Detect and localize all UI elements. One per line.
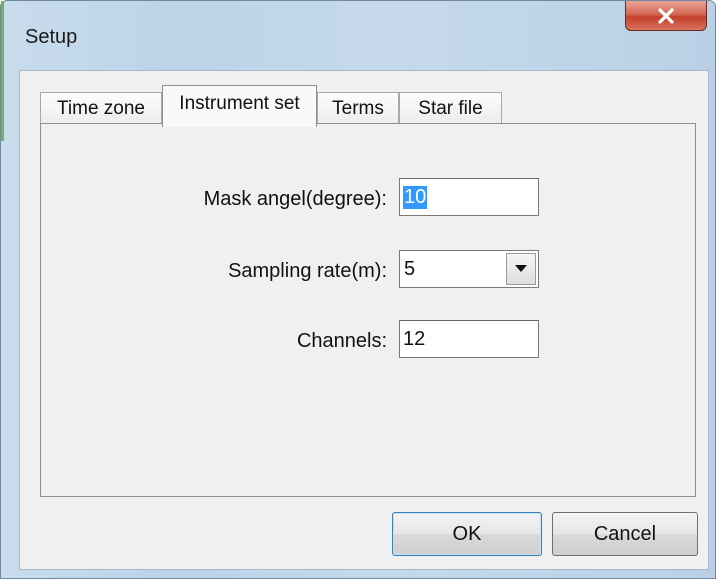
- channels-value: 12: [403, 327, 426, 350]
- setup-dialog: Setup Time zone Instrument set Terms Sta…: [0, 0, 716, 579]
- tab-star-file[interactable]: Star file: [399, 92, 502, 124]
- close-button[interactable]: [625, 1, 707, 31]
- window-title: Setup: [25, 26, 78, 48]
- sampling-rate-select[interactable]: 5: [399, 250, 539, 288]
- sampling-rate-dropdown-button[interactable]: [506, 253, 536, 285]
- close-x-icon: [657, 7, 675, 24]
- ok-button-label: OK: [452, 522, 482, 545]
- mask-angle-input[interactable]: 10: [399, 178, 539, 216]
- tab-terms[interactable]: Terms: [317, 92, 399, 124]
- tab-time-zone[interactable]: Time zone: [40, 92, 162, 124]
- dialog-client-area: Time zone Instrument set Terms Star file…: [19, 70, 709, 570]
- channels-input[interactable]: 12: [399, 320, 539, 358]
- sampling-rate-label: Sampling rate(m):: [228, 260, 387, 282]
- window-edge: [1, 1, 4, 141]
- tab-panel-instrument-set: Mask angel(degree): 10 Sampling rate(m):…: [40, 123, 696, 497]
- tab-label: Star file: [418, 97, 483, 119]
- cancel-button[interactable]: Cancel: [552, 512, 698, 556]
- mask-angle-value: 10: [403, 185, 428, 209]
- cancel-button-label: Cancel: [593, 522, 657, 545]
- channels-label: Channels:: [296, 330, 387, 352]
- ok-button[interactable]: OK: [392, 512, 542, 556]
- tab-label: Time zone: [57, 97, 145, 119]
- chevron-down-icon: [514, 260, 528, 278]
- sampling-rate-value: 5: [404, 258, 416, 280]
- tab-label: Terms: [332, 97, 384, 119]
- tab-label: Instrument set: [179, 93, 300, 114]
- tab-instrument-set[interactable]: Instrument set: [162, 85, 317, 127]
- mask-angle-label: Mask angel(degree):: [203, 188, 387, 210]
